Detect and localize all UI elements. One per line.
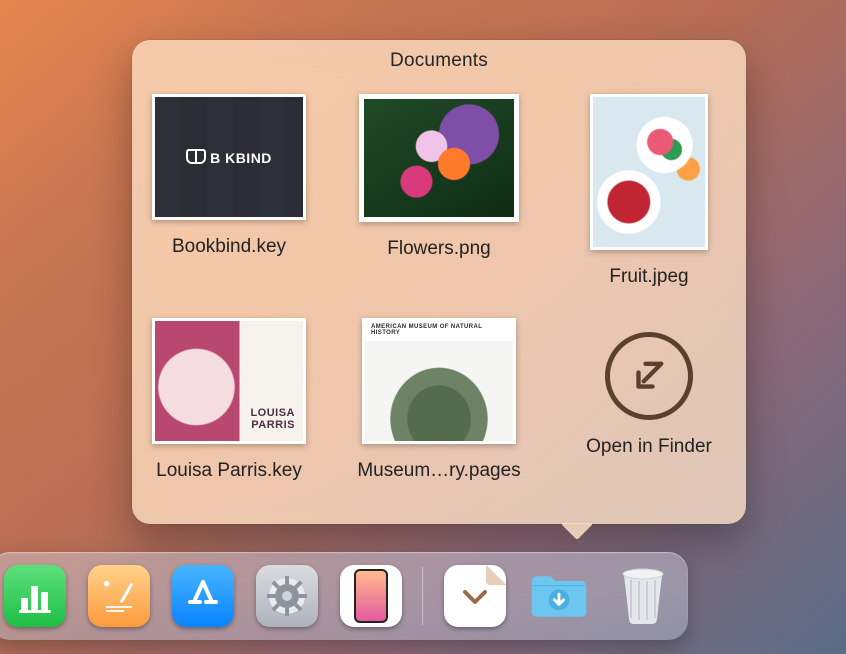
stack-grid: B KBIND Bookbind.key Flowers.png Fruit.j… xyxy=(132,72,746,482)
open-in-finder-label: Open in Finder xyxy=(586,436,712,458)
trash-icon[interactable] xyxy=(612,565,674,627)
file-label: Bookbind.key xyxy=(172,236,286,258)
dock xyxy=(0,552,688,640)
file-label: Louisa Parris.key xyxy=(156,460,302,482)
file-thumbnail: B KBIND xyxy=(152,94,306,220)
recents-stack-icon[interactable] xyxy=(444,565,506,627)
iphone-mirroring-app-icon[interactable] xyxy=(340,565,402,627)
documents-stack-popover: Documents B KBIND Bookbind.key Flowers.p… xyxy=(132,40,746,524)
app-store-app-icon[interactable] xyxy=(172,565,234,627)
stack-item-flowers[interactable]: Flowers.png xyxy=(345,94,533,288)
file-thumbnail xyxy=(362,318,516,444)
stack-item-fruit[interactable]: Fruit.jpeg xyxy=(555,94,743,288)
open-in-finder-button[interactable]: Open in Finder xyxy=(555,318,743,482)
popover-title: Documents xyxy=(132,50,746,72)
file-label: Flowers.png xyxy=(387,238,491,260)
file-thumbnail xyxy=(359,94,519,222)
file-label: Museum…ry.pages xyxy=(357,460,520,482)
dock-divider xyxy=(422,567,424,625)
pages-app-icon[interactable] xyxy=(88,565,150,627)
popover-caret xyxy=(562,523,592,539)
file-label: Fruit.jpeg xyxy=(609,266,688,288)
stack-item-bookbind[interactable]: B KBIND Bookbind.key xyxy=(135,94,323,288)
numbers-app-icon[interactable] xyxy=(4,565,66,627)
downloads-folder-icon[interactable] xyxy=(528,565,590,627)
file-thumbnail xyxy=(152,318,306,444)
system-settings-app-icon[interactable] xyxy=(256,565,318,627)
file-thumbnail xyxy=(590,94,708,250)
stack-item-louisa[interactable]: Louisa Parris.key xyxy=(135,318,323,482)
stack-item-museum[interactable]: Museum…ry.pages xyxy=(345,318,533,482)
open-in-finder-icon xyxy=(605,332,693,420)
